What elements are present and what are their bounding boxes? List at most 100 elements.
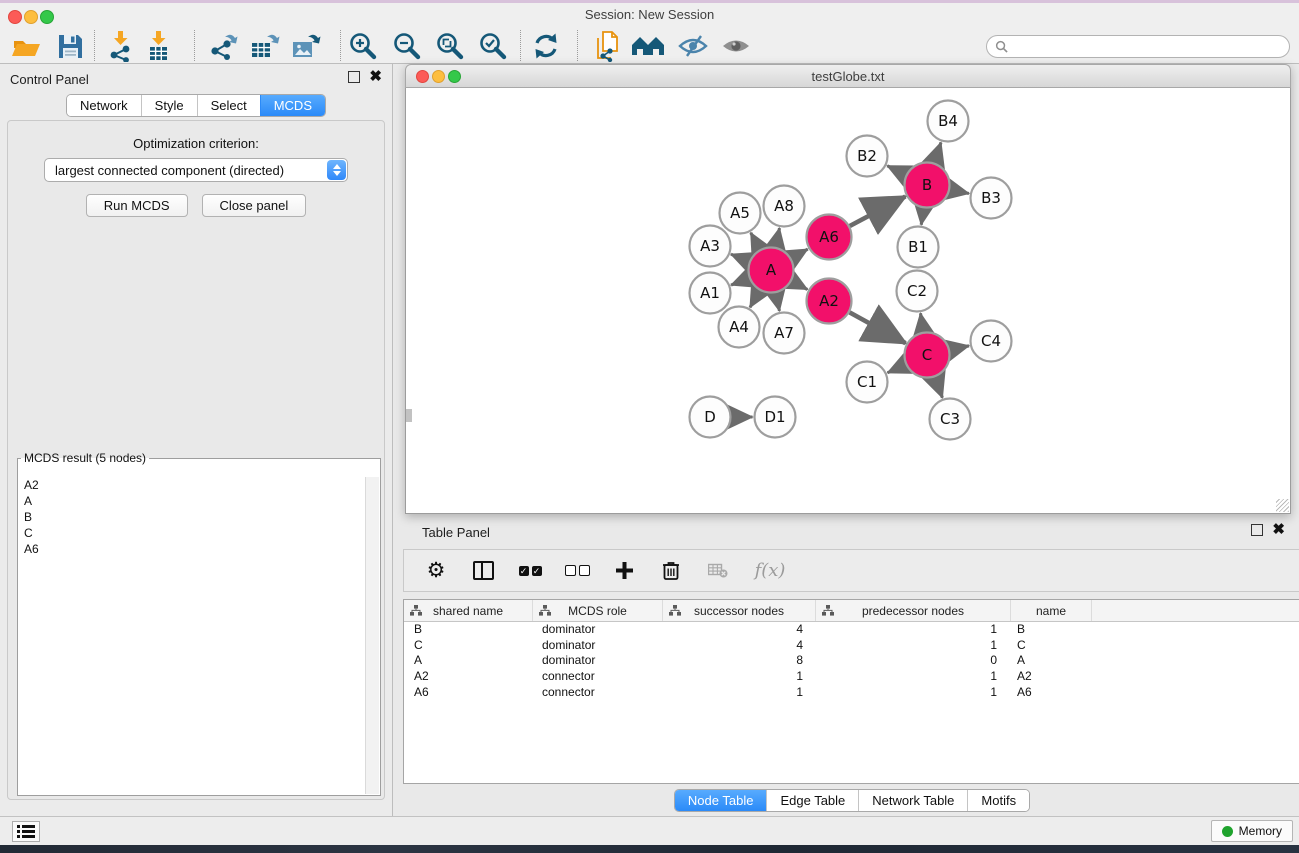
first-neighbors-button[interactable] bbox=[630, 28, 666, 64]
export-image-button[interactable] bbox=[288, 28, 324, 64]
clone-network-button[interactable] bbox=[589, 28, 625, 64]
mcds-result-item[interactable]: C bbox=[19, 525, 365, 541]
edge-B-B1[interactable] bbox=[921, 208, 923, 224]
table-settings-button[interactable]: ⚙ bbox=[424, 559, 448, 583]
export-table-button[interactable] bbox=[247, 28, 283, 64]
edge-A-A6[interactable] bbox=[791, 249, 807, 258]
zoom-out-button[interactable] bbox=[389, 28, 425, 64]
column-header-successor-nodes[interactable]: successor nodes bbox=[663, 600, 816, 621]
close-panel-icon[interactable]: ✖ bbox=[369, 72, 382, 82]
open-session-button[interactable] bbox=[8, 28, 44, 64]
edge-C-C2[interactable] bbox=[920, 313, 923, 332]
edge-B-B4[interactable] bbox=[934, 142, 941, 162]
column-header-predecessor-nodes[interactable]: predecessor nodes bbox=[816, 600, 1011, 621]
node-D[interactable]: D bbox=[690, 397, 731, 438]
search-field[interactable] bbox=[986, 35, 1290, 58]
save-session-button[interactable] bbox=[52, 28, 88, 64]
zoom-fit-button[interactable] bbox=[432, 28, 468, 64]
criterion-dropdown[interactable]: largest connected component (directed) bbox=[44, 158, 348, 182]
import-table-button[interactable] bbox=[140, 28, 176, 64]
node-A[interactable]: A bbox=[749, 248, 794, 293]
table-row[interactable]: Bdominator41B bbox=[404, 621, 1299, 637]
zoom-selected-button[interactable] bbox=[475, 28, 511, 64]
node-A3[interactable]: A3 bbox=[690, 226, 731, 267]
node-A6[interactable]: A6 bbox=[807, 215, 852, 260]
task-history-button[interactable] bbox=[12, 821, 40, 842]
column-header-mcds-role[interactable]: MCDS role bbox=[533, 600, 663, 621]
tab-style[interactable]: Style bbox=[141, 95, 197, 116]
edge-A-A5[interactable] bbox=[751, 233, 760, 250]
tab-node-table[interactable]: Node Table bbox=[675, 790, 767, 811]
node-A5[interactable]: A5 bbox=[720, 193, 761, 234]
edge-A2-C[interactable] bbox=[850, 312, 906, 343]
delete-column-button[interactable] bbox=[659, 559, 683, 583]
tab-network-table[interactable]: Network Table bbox=[858, 790, 967, 811]
refresh-layout-button[interactable] bbox=[528, 28, 564, 64]
network-graph[interactable]: B4 B2 B B3 A8A5 A6 A3 B1 A C2 A1 A2 A4A7 C4 C C1 D D1 C3 bbox=[406, 88, 1290, 512]
edge-C-C4[interactable] bbox=[950, 346, 969, 350]
show-all-button[interactable] bbox=[718, 28, 754, 64]
node-C[interactable]: C bbox=[905, 333, 950, 378]
table-row[interactable]: Adominator80A bbox=[404, 652, 1299, 668]
node-A8[interactable]: A8 bbox=[764, 186, 805, 227]
table-row[interactable]: Cdominator41C bbox=[404, 637, 1299, 653]
mcds-result-item[interactable]: A bbox=[19, 493, 365, 509]
node-C4[interactable]: C4 bbox=[971, 321, 1012, 362]
export-network-button[interactable] bbox=[205, 28, 241, 64]
edge-B-B3[interactable] bbox=[950, 190, 969, 194]
mcds-result-item[interactable]: B bbox=[19, 509, 365, 525]
deselect-all-button[interactable] bbox=[565, 559, 589, 583]
resize-grip-icon[interactable] bbox=[1276, 499, 1289, 512]
tab-network[interactable]: Network bbox=[67, 95, 141, 116]
zoom-in-button[interactable] bbox=[345, 28, 381, 64]
table-row[interactable]: A2connector11A2 bbox=[404, 668, 1299, 684]
node-A2[interactable]: A2 bbox=[807, 279, 852, 324]
run-mcds-button[interactable]: Run MCDS bbox=[86, 194, 188, 217]
add-column-button[interactable] bbox=[612, 559, 636, 583]
node-A4[interactable]: A4 bbox=[719, 307, 760, 348]
scrollbar-mark[interactable] bbox=[406, 409, 412, 422]
node-B4[interactable]: B4 bbox=[928, 101, 969, 142]
float-panel-icon[interactable] bbox=[348, 71, 360, 83]
network-window-titlebar[interactable]: testGlobe.txt bbox=[405, 64, 1291, 88]
tab-mcds[interactable]: MCDS bbox=[260, 95, 325, 116]
hide-selected-button[interactable] bbox=[675, 28, 711, 64]
node-A1[interactable]: A1 bbox=[690, 273, 731, 314]
edge-A-A8[interactable] bbox=[776, 228, 780, 247]
search-input[interactable] bbox=[1013, 39, 1289, 55]
network-canvas[interactable]: B4 B2 B B3 A8A5 A6 A3 B1 A C2 A1 A2 A4A7 C4 C C1 D D1 C3 bbox=[405, 88, 1291, 514]
edge-C-C3[interactable] bbox=[935, 377, 942, 398]
column-header-name[interactable]: name bbox=[1011, 600, 1092, 621]
close-panel-icon[interactable]: ✖ bbox=[1272, 525, 1285, 535]
mcds-result-scrollbar[interactable] bbox=[365, 477, 379, 794]
node-B3[interactable]: B3 bbox=[971, 178, 1012, 219]
import-network-button[interactable] bbox=[102, 28, 138, 64]
table-row[interactable]: A6connector11A6 bbox=[404, 684, 1299, 700]
mcds-result-item[interactable]: A2 bbox=[19, 477, 365, 493]
tab-select[interactable]: Select bbox=[197, 95, 260, 116]
close-panel-button[interactable]: Close panel bbox=[202, 194, 307, 217]
select-all-button[interactable]: ✓✓ bbox=[518, 559, 542, 583]
node-B[interactable]: B bbox=[905, 163, 950, 208]
node-B2[interactable]: B2 bbox=[847, 136, 888, 177]
mcds-result-item[interactable]: A6 bbox=[19, 541, 365, 557]
edge-A-A4[interactable] bbox=[750, 290, 759, 307]
edge-C-C1[interactable] bbox=[888, 365, 906, 373]
node-C3[interactable]: C3 bbox=[930, 399, 971, 440]
node-C1[interactable]: C1 bbox=[847, 362, 888, 403]
edge-A-A2[interactable] bbox=[792, 281, 808, 289]
float-panel-icon[interactable] bbox=[1251, 524, 1263, 536]
node-C2[interactable]: C2 bbox=[897, 271, 938, 312]
node-B1[interactable]: B1 bbox=[898, 227, 939, 268]
memory-button[interactable]: Memory bbox=[1211, 820, 1293, 842]
function-builder-button-disabled[interactable]: f(x) bbox=[753, 559, 787, 583]
node-D1[interactable]: D1 bbox=[755, 397, 796, 438]
edge-B-B2[interactable] bbox=[887, 166, 906, 175]
column-header-shared-name[interactable]: shared name bbox=[404, 600, 533, 621]
mcds-result-list[interactable]: A2ABCA6 bbox=[19, 477, 365, 794]
edge-A-A7[interactable] bbox=[776, 293, 780, 311]
tab-motifs[interactable]: Motifs bbox=[967, 790, 1029, 811]
delete-table-button-disabled[interactable] bbox=[706, 559, 730, 583]
node-A7[interactable]: A7 bbox=[764, 313, 805, 354]
show-columns-button[interactable] bbox=[471, 559, 495, 583]
